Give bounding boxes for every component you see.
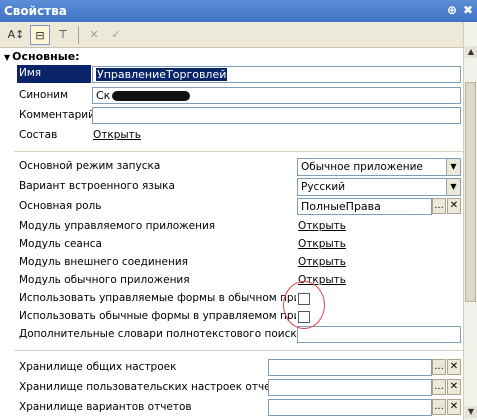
filter-button[interactable]: ⊤ [53, 25, 73, 45]
synonym-value: Ск [96, 89, 111, 102]
select-ellipsis-icon[interactable]: ... [432, 379, 446, 395]
language-select[interactable]: Русский ▼ [297, 178, 461, 196]
property-label-main-role: Основная роль [19, 200, 102, 212]
collapse-triangle-icon[interactable]: ▼ [4, 53, 10, 62]
select-ellipsis-icon[interactable]: ... [432, 198, 446, 214]
property-row-composition: Состав Открыть [0, 126, 463, 145]
clear-icon[interactable]: ✕ [447, 399, 461, 415]
select-ellipsis-icon[interactable]: ... [432, 359, 446, 375]
property-label-external-conn-module: Модуль внешнего соединения [19, 256, 188, 268]
launch-mode-value: Обычное приложение [301, 161, 423, 173]
property-row-name: Имя УправлениеТорговлей [0, 65, 463, 84]
property-label-report-user-settings-storage: Хранилище пользовательских настроек отче… [19, 381, 290, 393]
sort-alphabetical-button[interactable]: A↕ [6, 25, 26, 45]
cancel-icon[interactable]: ✕ [84, 25, 104, 45]
clear-icon[interactable]: ✕ [447, 379, 461, 395]
toolbar: A↕ ⊟ ⊤ ✕ ✓ [0, 22, 463, 48]
property-label-synonym: Синоним [19, 89, 69, 101]
launch-mode-select[interactable]: Обычное приложение ▼ [297, 158, 461, 176]
property-row-fulltext-dicts: Дополнительные словари полнотекстового п… [0, 325, 463, 344]
name-value: УправлениеТорговлей [96, 68, 228, 81]
property-row-common-settings-storage: Хранилище общих настроек ... ✕ [0, 358, 463, 377]
property-label-common-settings-storage: Хранилище общих настроек [19, 361, 177, 373]
toolbar-separator [78, 26, 79, 44]
property-label-use-ordinary-forms: Использовать обычные формы в управляемом… [19, 310, 296, 322]
managed-app-module-open-link[interactable]: Открыть [298, 220, 346, 232]
scroll-up-icon[interactable]: ▲ [465, 46, 477, 58]
property-row-managed-app-module: Модуль управляемого приложения Открыть [0, 217, 463, 236]
synonym-field[interactable]: Ск [92, 87, 461, 104]
report-variants-storage-field[interactable] [268, 399, 432, 416]
external-conn-module-open-link[interactable]: Открыть [298, 256, 346, 268]
property-row-language: Вариант встроенного языка Русский ▼ [0, 177, 463, 196]
property-label-session-module: Модуль сеанса [19, 238, 102, 250]
property-label-launch-mode: Основной режим запуска [19, 160, 161, 172]
annotation-circle [283, 281, 325, 329]
composition-open-link[interactable]: Открыть [93, 129, 141, 141]
property-label-managed-app-module: Модуль управляемого приложения [19, 220, 216, 232]
name-field[interactable]: УправлениеТорговлей [92, 66, 461, 83]
categorize-button[interactable]: ⊟ [30, 25, 50, 45]
scroll-thumb[interactable] [465, 82, 476, 302]
property-row-ordinary-app-module: Модуль обычного приложения Открыть [0, 271, 463, 290]
clear-icon[interactable]: ✕ [447, 198, 461, 214]
chevron-down-icon[interactable]: ▼ [446, 159, 460, 175]
redaction-mark [112, 91, 191, 101]
scroll-down-icon[interactable]: ▼ [465, 406, 477, 418]
property-label-ordinary-app-module: Модуль обычного приложения [19, 274, 190, 286]
language-value: Русский [301, 181, 346, 193]
property-label-fulltext-dicts: Дополнительные словари полнотекстового п… [19, 328, 304, 340]
property-label-language: Вариант встроенного языка [19, 180, 175, 192]
main-role-field[interactable]: ПолныеПрава [297, 198, 432, 215]
apply-icon[interactable]: ✓ [106, 25, 126, 45]
window-title: Свойства [4, 4, 67, 18]
pin-icon[interactable]: ⊕ [445, 3, 459, 17]
property-label-use-managed-forms: Использовать управляемые формы в обычном… [19, 292, 296, 304]
property-row-report-user-settings-storage: Хранилище пользовательских настроек отче… [0, 378, 463, 397]
session-module-open-link[interactable]: Открыть [298, 238, 346, 250]
comment-field[interactable] [92, 107, 461, 124]
select-ellipsis-icon[interactable]: ... [432, 399, 446, 415]
property-label-composition: Состав [19, 129, 58, 141]
property-label-comment: Комментарий [19, 109, 95, 121]
group-header-main[interactable]: ▼ Основные: [4, 50, 80, 63]
vertical-scrollbar[interactable]: ▲ ▼ [463, 22, 477, 420]
property-row-main-role: Основная роль ПолныеПрава ... ✕ [0, 197, 463, 216]
close-icon[interactable]: ✖ [461, 3, 475, 17]
property-row-report-variants-storage: Хранилище вариантов отчетов ... ✕ [0, 398, 463, 417]
fulltext-dicts-field[interactable] [297, 326, 461, 343]
property-row-launch-mode: Основной режим запуска Обычное приложени… [0, 157, 463, 176]
window-titlebar: Свойства ⊕ ✖ [0, 0, 477, 22]
property-row-use-managed-forms: Использовать управляемые формы в обычном… [0, 289, 463, 308]
property-row-session-module: Модуль сеанса Открыть [0, 235, 463, 254]
report-user-settings-storage-field[interactable] [268, 379, 432, 396]
group-title: Основные: [12, 50, 80, 63]
chevron-down-icon[interactable]: ▼ [446, 179, 460, 195]
property-row-synonym: Синоним Ск [0, 86, 463, 105]
property-row-external-conn-module: Модуль внешнего соединения Открыть [0, 253, 463, 272]
section-divider [14, 151, 463, 152]
clear-icon[interactable]: ✕ [447, 359, 461, 375]
common-settings-storage-field[interactable] [268, 359, 432, 376]
section-divider [14, 350, 463, 351]
property-label-name[interactable]: Имя [17, 65, 91, 83]
property-row-use-ordinary-forms: Использовать обычные формы в управляемом… [0, 307, 463, 326]
property-row-comment: Комментарий [0, 106, 463, 125]
property-label-report-variants-storage: Хранилище вариантов отчетов [19, 401, 192, 413]
